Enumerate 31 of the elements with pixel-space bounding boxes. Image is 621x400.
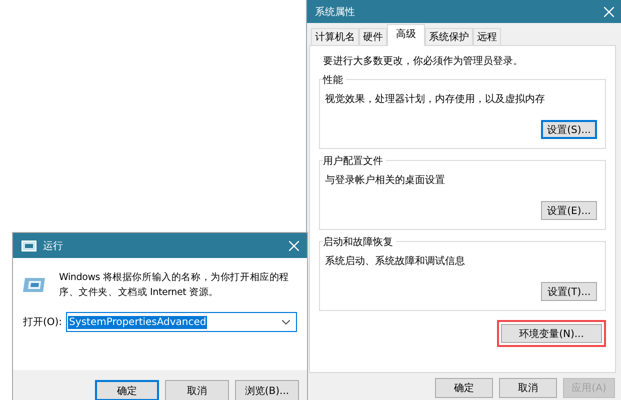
dropdown-icon[interactable] [282,320,290,324]
tab[interactable]: 计算机名 [311,28,359,45]
tab[interactable]: 高级 [387,24,425,46]
run-description: Windows 将根据你所输入的名称，为你打开相应的程序、文件夹、文档或 Internet 资源。 [59,271,290,300]
dialog-button[interactable]: 确定 [95,380,159,400]
settings-button[interactable]: 设置(E)... [541,201,597,220]
dialog-button[interactable]: 取消 [499,378,557,398]
run-icon [23,276,47,294]
group-description: 与登录帐户相关的桌面设置 [325,174,446,187]
window-title: 系统属性 [315,6,356,18]
group-title: 启动和故障恢复 [323,235,396,249]
dialog-button[interactable]: 确定 [435,378,493,398]
environment-variables-button[interactable]: 环境变量(N)... [501,324,602,343]
command-field[interactable]: SystemPropertiesAdvanced [66,312,297,332]
settings-button[interactable]: 设置(S)... [541,120,597,139]
tab[interactable]: 远程 [473,28,501,45]
group-title: 用户配置文件 [323,154,386,168]
tab[interactable]: 系统保护 [425,28,473,45]
settings-button[interactable]: 设置(T)... [541,282,597,301]
group-description: 系统启动、系统故障和调试信息 [325,254,466,268]
dialog-button[interactable]: 浏览(B)... [235,380,299,400]
close-icon[interactable] [604,6,614,16]
close-icon[interactable] [289,240,299,250]
open-label: 打开(O): [23,316,62,329]
run-icon [21,240,37,252]
tab[interactable]: 硬件 [359,28,387,45]
group-title: 性能 [323,73,346,87]
admin-note: 要进行大多数更改，你必须作为管理员登录。 [323,54,524,68]
window-title: 运行 [43,240,64,252]
group-description: 视觉效果，处理器计划，内存使用，以及虚拟内存 [325,92,546,106]
dialog-button[interactable]: 取消 [165,380,229,400]
